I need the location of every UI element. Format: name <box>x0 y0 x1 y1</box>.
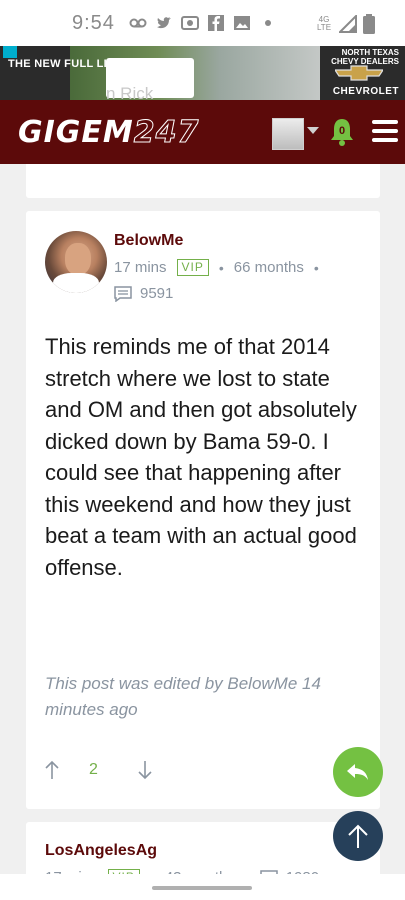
bell-icon[interactable]: 0 <box>328 116 356 150</box>
ad-banner[interactable]: THE NEW FULL LI NORTH TEXAS CHEVY DEALER… <box>0 46 405 100</box>
post-count: 9591 <box>140 285 174 302</box>
status-time: 9:54 <box>72 11 115 34</box>
image-icon <box>233 16 250 30</box>
status-right: 4G LTE <box>315 14 375 34</box>
chevron-down-icon[interactable] <box>307 127 319 134</box>
arrow-up-icon <box>348 824 368 848</box>
avatar-face <box>65 243 91 275</box>
twitter-icon <box>156 17 171 29</box>
logo-text: GIGEM <box>18 115 134 150</box>
separator-dot: • <box>218 259 224 276</box>
vip-badge: VIP <box>176 259 209 276</box>
home-gesture-pill[interactable] <box>152 886 252 890</box>
poster-avatar[interactable] <box>45 231 107 293</box>
radio-icon <box>180 16 199 30</box>
downvote-arrow-icon[interactable] <box>138 760 152 780</box>
chevrolet-logo <box>335 65 383 81</box>
post-card: BelowMe 17 mins VIP • 66 months • 9591 T… <box>26 211 380 809</box>
vote-count: 2 <box>89 761 98 778</box>
network-label: 4G LTE <box>316 15 332 32</box>
system-nav-bar <box>0 874 405 900</box>
reply-button[interactable] <box>333 747 383 797</box>
hamburger-menu-icon[interactable] <box>372 120 398 144</box>
facebook-icon <box>207 15 224 31</box>
next-poster-username[interactable]: LosAngelesAg <box>45 842 157 860</box>
previous-post-card <box>26 164 380 198</box>
ad-choices-icon[interactable] <box>3 46 17 58</box>
signal-icon <box>339 15 357 33</box>
vote-row: 2 <box>45 760 152 780</box>
reply-icon <box>347 764 368 780</box>
avatar-shirt <box>53 273 99 293</box>
logo-number: 247 <box>133 115 200 151</box>
post-count-row: 9591 <box>114 285 173 302</box>
separator-dot: • <box>313 259 319 276</box>
member-age: 66 months <box>233 259 304 276</box>
poster-username[interactable]: BelowMe <box>114 232 183 250</box>
post-meta: 17 mins VIP • 66 months • <box>114 259 329 276</box>
post-body: This reminds me of that 2014 stretch whe… <box>45 334 357 580</box>
comment-icon <box>114 285 132 302</box>
status-bar: 9:54 4G LTE <box>0 0 405 46</box>
site-logo[interactable]: GIGEM247 <box>18 115 200 151</box>
scroll-to-top-button[interactable] <box>333 811 383 861</box>
post-time: 17 mins <box>114 259 167 276</box>
upvote-arrow-icon[interactable] <box>45 760 59 780</box>
notification-count: 0 <box>339 125 345 137</box>
user-avatar[interactable] <box>272 118 304 150</box>
dot-icon <box>264 20 271 26</box>
ad-brand: CHEVROLET <box>332 86 399 97</box>
edited-note: This post was edited by BelowMe 14 minut… <box>45 674 321 719</box>
voicemail-icon <box>129 18 147 28</box>
ad-headline: THE NEW FULL LI <box>8 58 108 70</box>
battery-icon <box>363 14 375 34</box>
